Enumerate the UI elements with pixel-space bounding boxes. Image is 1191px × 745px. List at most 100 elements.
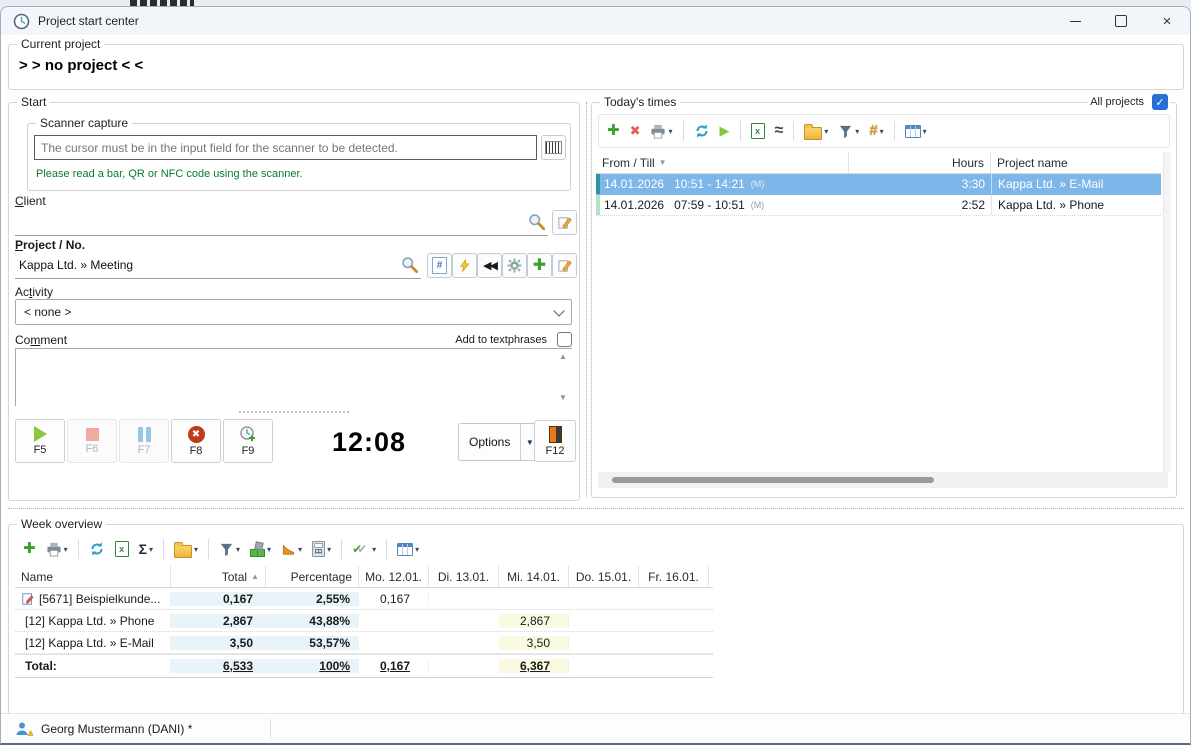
quick-start-button[interactable] <box>452 253 477 278</box>
open-project-button[interactable]: ▾ <box>800 121 832 142</box>
column-header-project-name[interactable]: Project name <box>991 152 1161 173</box>
table-row[interactable]: 14.01.2026 10:51 - 14:21 (M) 3:30 Kappa … <box>596 174 1161 195</box>
refresh-button[interactable] <box>690 121 714 141</box>
cell-percentage: 2,55% <box>266 592 359 606</box>
refresh-button[interactable] <box>85 539 109 559</box>
window-content: Current project > > no project < < Start… <box>1 35 1190 713</box>
todays-times-group: Today's times All projects ✓ ✚ ✖ <box>591 102 1177 498</box>
hash-icon: # <box>869 124 877 138</box>
excel-export-button[interactable]: x <box>111 539 133 559</box>
dropdown-icon: ▾ <box>298 545 302 554</box>
exit-button[interactable]: F12 <box>534 420 576 462</box>
all-projects-label: All projects <box>1090 96 1144 108</box>
add-project-button[interactable]: ✚ <box>527 253 552 278</box>
approve-button[interactable]: ✔✔ ▾ <box>348 540 380 558</box>
barcode-scan-button[interactable] <box>541 135 566 160</box>
chart-view-button[interactable]: ▾ <box>277 540 306 558</box>
column-header-di[interactable]: Di. 13.01. <box>429 566 499 587</box>
column-header-mi[interactable]: Mi. 14.01. <box>499 566 569 587</box>
table-columns-icon <box>397 543 413 556</box>
screen: Project start center × Current project >… <box>0 0 1191 745</box>
column-settings-button[interactable]: ▾ <box>901 123 931 140</box>
filter-button[interactable]: ▾ <box>215 540 244 559</box>
column-header-name[interactable]: Name <box>15 566 171 587</box>
comment-scrollbar[interactable]: ▲ ▼ <box>556 350 570 404</box>
calculate-button[interactable]: ▾ <box>308 539 335 559</box>
cancel-icon: ✖ <box>188 426 205 443</box>
horizontal-scrollbar[interactable] <box>598 472 1168 488</box>
delete-time-entry-button[interactable]: ✖ <box>626 122 645 140</box>
project-number-button[interactable]: # <box>427 253 452 278</box>
sum-button[interactable]: Σ▾ <box>135 540 157 558</box>
cell-name: [12] Kappa Ltd. » E-Mail <box>15 636 171 650</box>
vertical-splitter[interactable] <box>586 102 587 498</box>
continue-entry-button[interactable]: ▶ <box>716 122 734 140</box>
client-input[interactable] <box>15 213 528 231</box>
activity-select[interactable]: < none > <box>15 299 572 325</box>
add-time-entry-button[interactable]: ✚ <box>603 122 624 140</box>
column-header-percentage[interactable]: Percentage <box>266 566 359 587</box>
filter-button[interactable]: ▾ <box>834 122 863 141</box>
refresh-icon <box>89 541 105 557</box>
door-exit-icon <box>549 426 562 443</box>
column-header-mo[interactable]: Mo. 12.01. <box>359 566 429 587</box>
scanner-input[interactable] <box>34 135 537 160</box>
all-projects-toggle: All projects ✓ <box>1088 94 1170 110</box>
comment-header: Comment Add to textphrases <box>15 332 572 347</box>
scroll-up-icon[interactable]: ▲ <box>559 352 567 361</box>
table-row[interactable]: 14.01.2026 07:59 - 10:51 (M) 2:52 Kappa … <box>596 195 1161 216</box>
minimize-button[interactable] <box>1052 7 1098 35</box>
print-button[interactable]: ▾ <box>646 122 676 141</box>
print-button[interactable]: ▾ <box>42 540 72 559</box>
project-edit-button[interactable] <box>552 253 577 278</box>
group-view-button[interactable]: ▾ <box>246 540 275 558</box>
close-button[interactable]: × <box>1144 7 1190 35</box>
scrollbar-thumb[interactable] <box>612 477 934 483</box>
cancel-timer-button[interactable]: ✖ F8 <box>171 419 221 463</box>
excel-export-button[interactable]: x <box>747 121 769 141</box>
table-row[interactable]: [12] Kappa Ltd. » E-Mail 3,50 53,57% 3,5… <box>15 632 713 654</box>
scanner-capture-label: Scanner capture <box>36 116 132 130</box>
week-overview-header: Name Total▲ Percentage Mo. 12.01. Di. 13… <box>15 566 713 588</box>
stop-icon <box>86 428 99 441</box>
project-input[interactable] <box>15 256 401 274</box>
column-header-fr[interactable]: Fr. 16.01. <box>639 566 709 587</box>
open-project-button[interactable]: ▾ <box>170 539 202 560</box>
column-header-from-till[interactable]: From / Till▼ <box>596 152 849 173</box>
drag-grip[interactable] <box>239 411 349 413</box>
week-overview-toolbar: ✚ ▾ <box>15 534 1177 564</box>
cell-mi: 6,367 <box>499 659 569 673</box>
scroll-down-icon[interactable]: ▼ <box>559 393 567 402</box>
blocks-chart-icon <box>250 542 265 556</box>
project-search-icon[interactable] <box>401 256 419 274</box>
table-row[interactable]: [5671] Beispielkunde... 0,167 2,55% 0,16… <box>15 588 713 610</box>
cell-total: 0,167 <box>171 592 266 606</box>
add-to-textphrases-checkbox[interactable] <box>557 332 572 347</box>
vertical-scrollbar[interactable] <box>1163 152 1171 472</box>
round-times-button[interactable]: ≈ <box>771 122 788 140</box>
printer-icon <box>46 542 62 557</box>
approximate-icon: ≈ <box>775 124 784 138</box>
client-search-icon[interactable] <box>528 213 546 231</box>
all-projects-checkbox[interactable]: ✓ <box>1152 94 1168 110</box>
add-entry-button[interactable]: ✚ <box>19 540 40 558</box>
column-header-total[interactable]: Total▲ <box>171 566 266 587</box>
sort-desc-icon: ▼ <box>659 158 667 167</box>
start-timer-button[interactable]: F5 <box>15 419 65 463</box>
lightning-icon <box>458 258 472 273</box>
add-time-button[interactable]: F9 <box>223 419 273 463</box>
comment-textarea[interactable] <box>16 349 575 409</box>
column-header-hours[interactable]: Hours <box>849 152 991 173</box>
project-settings-button[interactable] <box>502 253 527 278</box>
horizontal-splitter[interactable] <box>8 508 1184 509</box>
options-button[interactable]: Options ▼ <box>458 423 539 461</box>
excel-icon: x <box>751 123 765 139</box>
column-settings-button[interactable]: ▾ <box>393 541 423 558</box>
column-header-do[interactable]: Do. 15.01. <box>569 566 639 587</box>
activity-value: < none > <box>24 305 71 319</box>
number-filter-button[interactable]: #▾ <box>865 122 887 140</box>
previous-project-button[interactable]: ◀◀ <box>477 253 502 278</box>
maximize-button[interactable] <box>1098 7 1144 35</box>
client-edit-button[interactable] <box>552 210 577 235</box>
table-row[interactable]: [12] Kappa Ltd. » Phone 2,867 43,88% 2,8… <box>15 610 713 632</box>
